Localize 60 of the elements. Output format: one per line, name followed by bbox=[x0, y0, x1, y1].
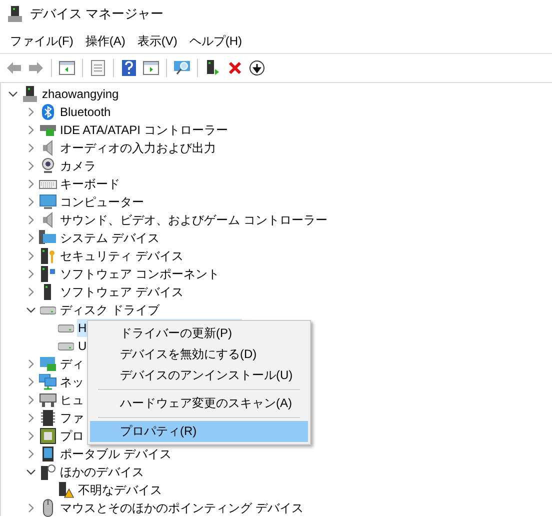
webcam-icon bbox=[41, 158, 55, 174]
tree-item[interactable]: ソフトウェア コンポーネント bbox=[59, 265, 220, 283]
warning-tower-icon bbox=[58, 482, 74, 498]
download-icon[interactable] bbox=[247, 58, 267, 78]
help-icon[interactable] bbox=[119, 58, 139, 78]
menu-item[interactable]: ヘルプ(H) bbox=[183, 32, 248, 50]
system-folder-icon bbox=[39, 230, 57, 246]
properties-icon[interactable] bbox=[88, 58, 108, 78]
tree-item[interactable]: ネッ bbox=[59, 373, 85, 391]
tree-item[interactable]: カメラ bbox=[59, 157, 97, 175]
tree-item[interactable]: ソフトウェア デバイス bbox=[59, 283, 184, 301]
key-tower-icon bbox=[40, 248, 56, 264]
speaker-icon bbox=[41, 140, 55, 156]
keyboard-icon bbox=[39, 178, 57, 190]
menu-item[interactable]: ハードウェア変更のスキャン(A) bbox=[90, 393, 308, 414]
tree-item[interactable]: サウンド、ビデオ、およびゲーム コントローラー bbox=[59, 211, 328, 229]
tree-item[interactable]: ファ bbox=[59, 409, 85, 427]
monitor-card-icon bbox=[39, 356, 57, 372]
tree-item[interactable]: Bluetooth bbox=[59, 103, 112, 121]
disk-drive-icon bbox=[58, 341, 74, 351]
tree-item[interactable]: キーボード bbox=[59, 175, 121, 193]
menu-item[interactable]: プロパティ(R) bbox=[90, 421, 308, 442]
menu-item[interactable]: デバイスのアンインストール(U) bbox=[90, 365, 308, 386]
tower-icon bbox=[40, 266, 56, 282]
tree-item[interactable]: ディスク ドライブ bbox=[59, 301, 160, 319]
processor-icon bbox=[40, 428, 56, 444]
tree-item[interactable]: システム デバイス bbox=[59, 229, 160, 247]
disk-drive-icon bbox=[40, 305, 56, 315]
disk-drive-icon bbox=[58, 323, 74, 333]
bluetooth-icon bbox=[41, 104, 55, 120]
menu-item[interactable]: 表示(V) bbox=[131, 32, 184, 50]
mouse-icon bbox=[43, 499, 53, 517]
tree-item[interactable]: マウスとそのほかのポインティング デバイス bbox=[59, 499, 304, 517]
network-icon bbox=[39, 374, 57, 390]
menu-item[interactable]: ドライバーの更新(P) bbox=[90, 323, 308, 344]
monitor-icon bbox=[39, 194, 57, 210]
menu-item[interactable]: デバイスを無効にする(D) bbox=[90, 344, 308, 365]
controller-card-icon bbox=[40, 123, 56, 137]
tree-item[interactable]: ポータブル デバイス bbox=[59, 445, 172, 463]
tree-item[interactable]: ほかのデバイス bbox=[59, 463, 145, 481]
tree-item[interactable]: セキュリティ デバイス bbox=[59, 247, 184, 265]
menu-item[interactable]: ファイル(F) bbox=[4, 32, 80, 50]
tree-item[interactable]: zhaowangying bbox=[41, 85, 120, 103]
tree-item[interactable]: オーディオの入力および出力 bbox=[59, 139, 217, 157]
tree-item[interactable]: U bbox=[77, 337, 88, 355]
computer-icon bbox=[8, 6, 22, 22]
tree-item[interactable]: コンピューター bbox=[59, 193, 145, 211]
tree-item[interactable]: ディ bbox=[59, 355, 85, 373]
window-title: デバイス マネージャー bbox=[30, 5, 164, 24]
tree-item[interactable]: プロ bbox=[59, 427, 85, 445]
tree-item[interactable]: ヒュ bbox=[59, 391, 85, 409]
tree-item[interactable]: 不明なデバイス bbox=[77, 481, 163, 499]
chip-icon bbox=[41, 410, 55, 426]
computer-icon bbox=[23, 86, 37, 102]
menu-item[interactable]: 操作(A) bbox=[79, 32, 132, 50]
tree-item[interactable]: IDE ATA/ATAPI コントローラー bbox=[59, 121, 229, 139]
speaker-icon bbox=[41, 212, 55, 228]
tower-icon bbox=[43, 284, 53, 300]
tablet-icon bbox=[42, 446, 54, 462]
unknown-tower-icon bbox=[40, 464, 56, 480]
